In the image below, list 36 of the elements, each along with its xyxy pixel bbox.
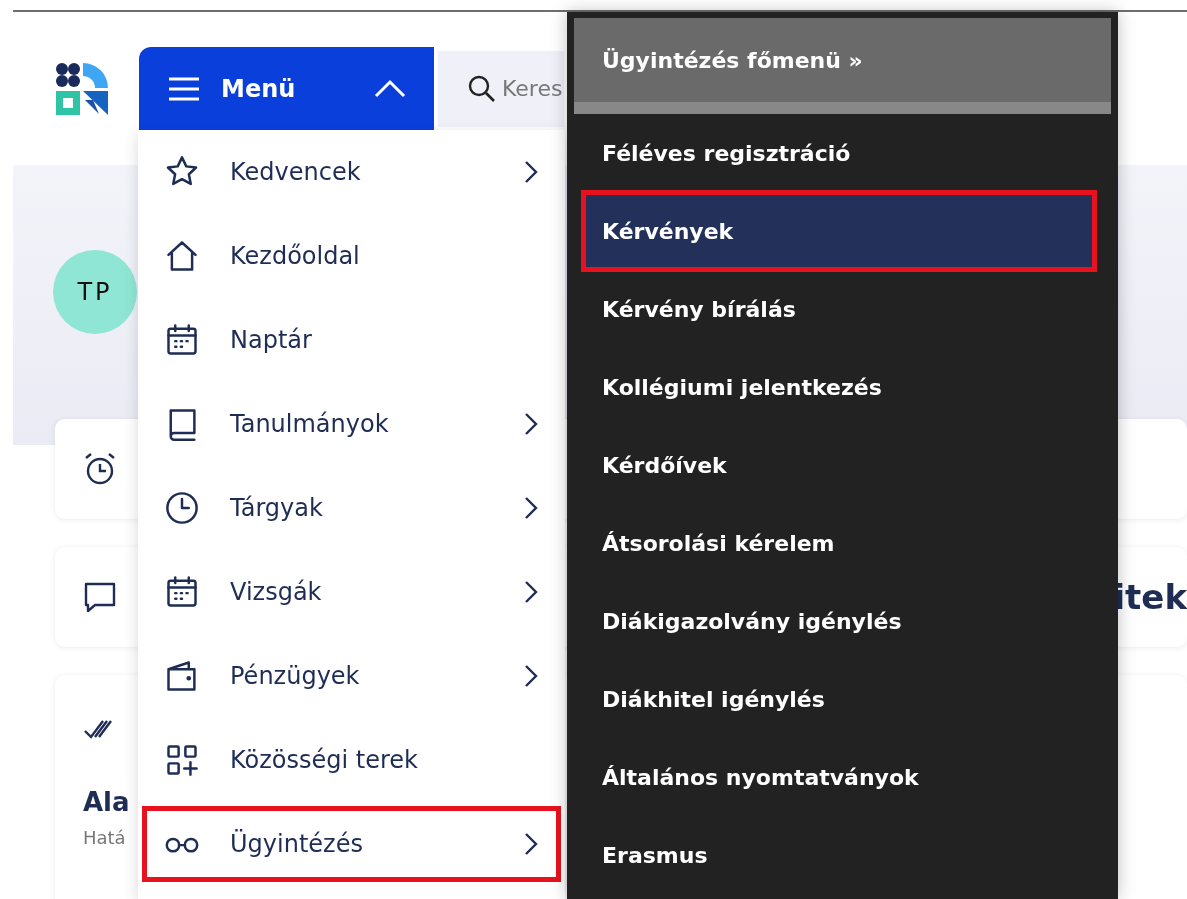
- submenu-item[interactable]: Kérdőívek: [574, 426, 1111, 504]
- menu-button[interactable]: Menü: [139, 47, 434, 130]
- menu-item[interactable]: Kedvencek: [138, 130, 565, 214]
- logo-icon[interactable]: [55, 61, 109, 116]
- alarm-clock-icon: [83, 452, 117, 486]
- caret-icon: [374, 78, 406, 99]
- task-title: Ala: [83, 787, 130, 817]
- submenu-item[interactable]: Általános nyomtatványok: [574, 738, 1111, 816]
- menu-item[interactable]: Tanulmányok: [138, 382, 565, 466]
- calendar-icon: [164, 322, 200, 358]
- menu-item[interactable]: Vizsgák: [138, 550, 565, 634]
- menu-item[interactable]: Ügyintézés: [138, 802, 565, 886]
- avatar[interactable]: TP: [53, 250, 137, 334]
- menu-item[interactable]: Kezdőoldal: [138, 214, 565, 298]
- submenu-item[interactable]: Erasmus: [574, 816, 1111, 894]
- menu-item[interactable]: Pénzügyek: [138, 634, 565, 718]
- submenu-item[interactable]: Diákhitel igénylés: [574, 660, 1111, 738]
- submenu-item[interactable]: Diákigazolvány igénylés: [574, 582, 1111, 660]
- clock-icon: [164, 490, 200, 526]
- calendar-icon: [164, 574, 200, 610]
- submenu-title[interactable]: Ügyintézés főmenü »: [574, 18, 1111, 114]
- submenu-item[interactable]: Féléves regisztráció: [574, 114, 1111, 192]
- home-icon: [164, 238, 200, 274]
- submenu-item[interactable]: Kérvény bírálás: [574, 270, 1111, 348]
- submenu-item[interactable]: Kérvények: [583, 192, 1095, 270]
- submenu-item[interactable]: Kollégiumi jelentkezés: [574, 348, 1111, 426]
- menu-icon: [167, 75, 201, 102]
- submenu-item[interactable]: Átsorolási kérelem: [574, 504, 1111, 582]
- search-icon: [468, 74, 496, 103]
- menu-item[interactable]: Naptár: [138, 298, 565, 382]
- task-subtitle: Hatá: [83, 827, 126, 848]
- apps-icon: [164, 742, 200, 778]
- menu-item[interactable]: Közösségi terek: [138, 718, 565, 802]
- chat-icon: [83, 580, 117, 614]
- search-field[interactable]: Keres: [438, 50, 564, 127]
- menu-item[interactable]: Tárgyak: [138, 466, 565, 550]
